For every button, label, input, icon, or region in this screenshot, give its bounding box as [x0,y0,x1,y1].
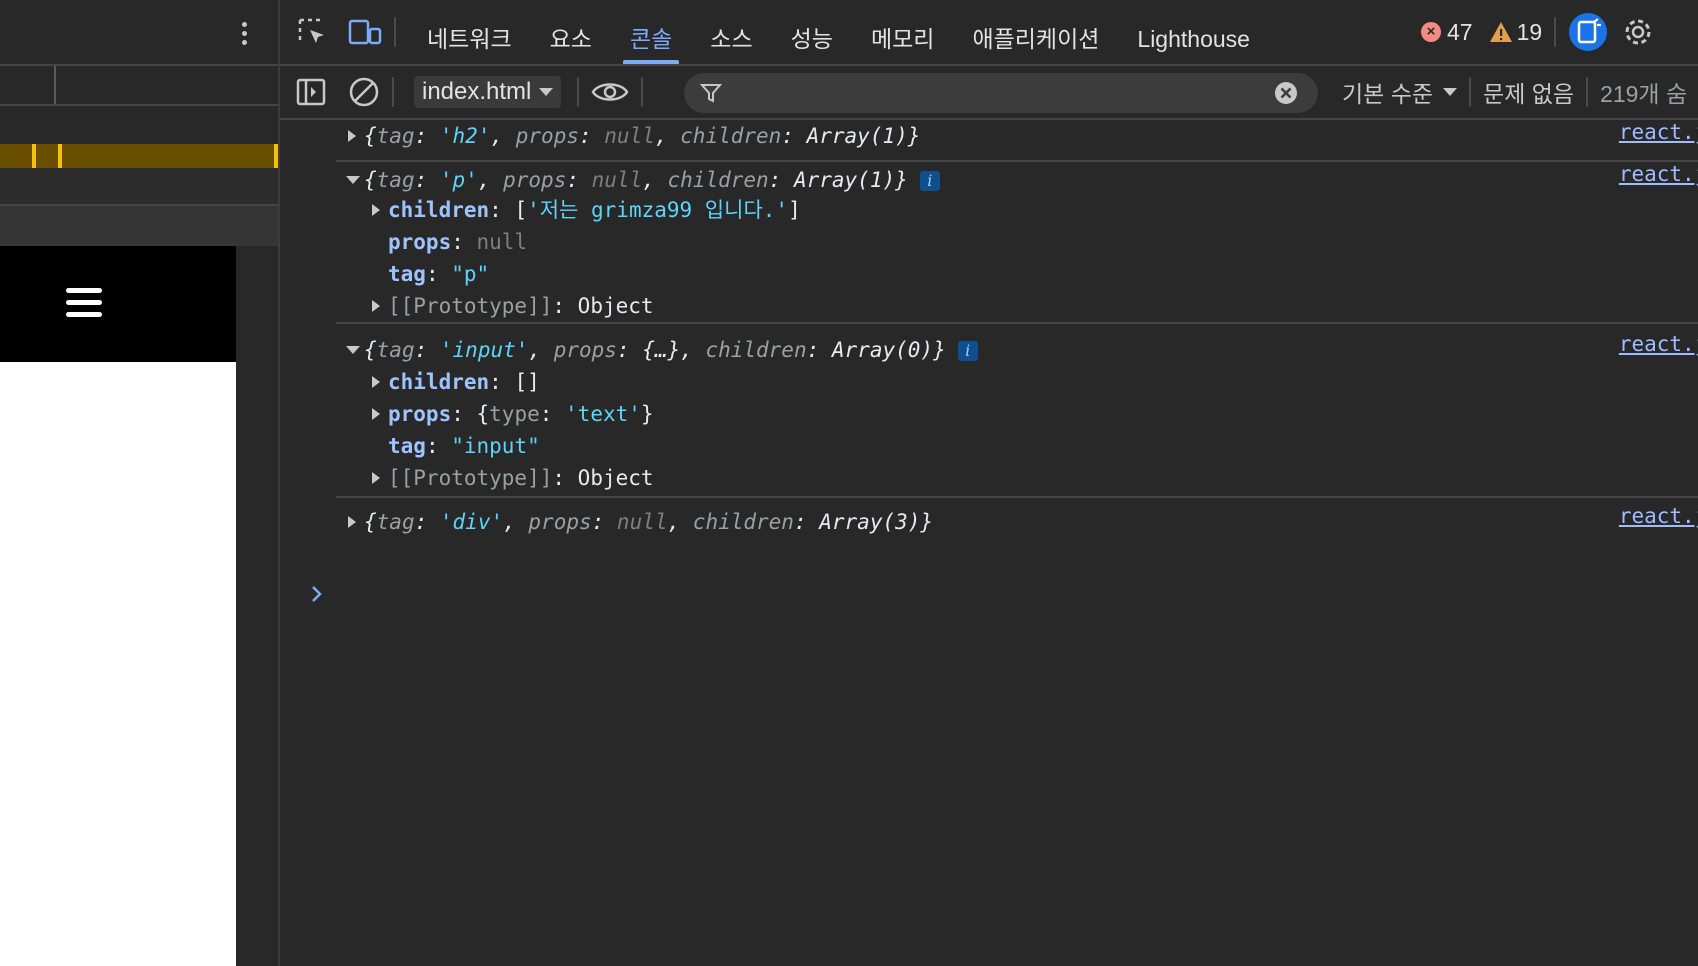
context-selector[interactable]: index.html [414,76,562,108]
console-entry[interactable]: {tag: 'h2', props: null, children: Array… [336,120,1698,162]
site-content [0,362,236,966]
tab-elements[interactable]: 요소 [531,0,611,64]
info-icon[interactable]: i [919,171,940,191]
info-icon[interactable]: i [957,341,978,361]
site-header [0,246,236,362]
sidebar-toggle-icon[interactable] [296,77,326,107]
divider [1469,77,1472,107]
property-row: children: [] [388,370,540,394]
expand-arrow-icon[interactable] [372,376,380,388]
ruler-tick [54,66,56,104]
warning-icon [1489,22,1512,42]
expand-arrow-icon[interactable] [348,516,356,528]
divider [1586,77,1589,107]
expand-arrow-icon[interactable] [372,472,380,484]
expand-arrow-icon[interactable] [372,204,380,216]
source-link[interactable]: react.js [1619,504,1698,528]
devtools-panel: 네트워크 요소 콘솔 소스 성능 메모리 애플리케이션 Lighthouse ×… [280,0,1698,966]
ai-assistance-icon[interactable] [1568,12,1608,52]
live-expression-eye-icon[interactable] [591,79,629,105]
divider [392,77,394,107]
clear-console-icon[interactable] [348,76,380,108]
property-row: props: {type: 'text'} [388,402,654,426]
chevron-down-icon [539,88,554,96]
tab-memory[interactable]: 메모리 [852,0,953,64]
divider [641,77,644,107]
collapse-arrow-icon[interactable] [346,176,360,184]
viewport-toolbar [0,0,278,66]
warning-count: 19 [1516,18,1543,45]
device-toolbar-icon[interactable] [348,17,382,47]
prototype-row: [[Prototype]]: Object [388,466,654,490]
context-label: index.html [422,78,532,105]
expand-arrow-icon[interactable] [372,300,380,312]
property-row: children: ['저는 grimza99 입니다.'] [388,198,801,222]
issues-status[interactable]: 문제 없음 [1483,75,1574,109]
collapse-arrow-icon[interactable] [346,346,360,354]
prompt-chevron-icon [312,586,322,602]
console-toolbar: index.html 기본 수준 문제 없음 219개 숨 [280,66,1698,120]
tab-sources[interactable]: 소스 [691,0,771,64]
divider [1554,17,1557,47]
tab-lighthouse[interactable]: Lighthouse [1118,0,1269,64]
console-entry[interactable]: {tag: 'input', props: {…}, children: Arr… [336,324,1698,498]
clear-filter-icon[interactable] [1274,81,1298,105]
console-entry[interactable]: {tag: 'p', props: null, children: Array(… [336,162,1698,324]
chevron-down-icon [1443,88,1458,96]
settings-gear-icon[interactable] [1622,16,1654,48]
console-entry[interactable]: {tag: 'div', props: null, children: Arra… [336,498,1698,546]
source-link[interactable]: react.js [1619,120,1698,144]
tab-console[interactable]: 콘솔 [611,0,691,64]
divider [394,17,396,47]
devtools-tabbar: 네트워크 요소 콘솔 소스 성능 메모리 애플리케이션 Lighthouse ×… [280,0,1698,66]
object-preview[interactable]: {tag: 'h2', props: null, children: Array… [364,122,920,150]
log-level-area: 기본 수준 문제 없음 219개 숨 [1342,66,1687,118]
more-options-icon[interactable] [242,22,248,48]
object-preview[interactable]: {tag: 'input', props: {…}, children: Arr… [364,336,978,364]
hidden-messages-count: 219개 숨 [1600,81,1688,107]
divider [577,77,580,107]
property-row: tag: "p" [388,262,490,286]
page-viewport [0,0,280,966]
viewport-ruler [0,66,278,106]
element-picker-icon[interactable] [296,16,328,48]
error-count: 47 [1447,18,1473,45]
prototype-row: [[Prototype]]: Object [388,294,654,318]
property-row: tag: "input" [388,434,540,458]
source-link[interactable]: react.js [1619,332,1698,356]
source-link[interactable]: react.js [1619,162,1698,186]
filter-input[interactable] [684,73,1318,113]
property-row: props: null [388,230,528,254]
log-level-dropdown[interactable]: 기본 수준 [1342,75,1433,109]
expand-arrow-icon[interactable] [372,408,380,420]
expand-arrow-icon[interactable] [348,130,356,142]
console-prompt-input[interactable] [310,580,1610,616]
hamburger-menu-icon[interactable] [66,288,102,324]
viewport-gutter [0,206,278,246]
viewport-band [0,168,278,206]
issue-counters[interactable]: × 47 19 [1421,0,1654,64]
tab-application[interactable]: 애플리케이션 [953,0,1118,64]
tab-performance[interactable]: 성능 [772,0,852,64]
error-icon: × [1421,22,1441,42]
filter-icon [700,84,722,103]
console-messages: {tag: 'h2', props: null, children: Array… [280,120,1698,966]
object-preview[interactable]: {tag: 'p', props: null, children: Array(… [364,166,940,194]
tab-network[interactable]: 네트워크 [408,0,531,64]
object-preview[interactable]: {tag: 'div', props: null, children: Arra… [364,508,933,536]
timeline-bar [0,144,278,168]
